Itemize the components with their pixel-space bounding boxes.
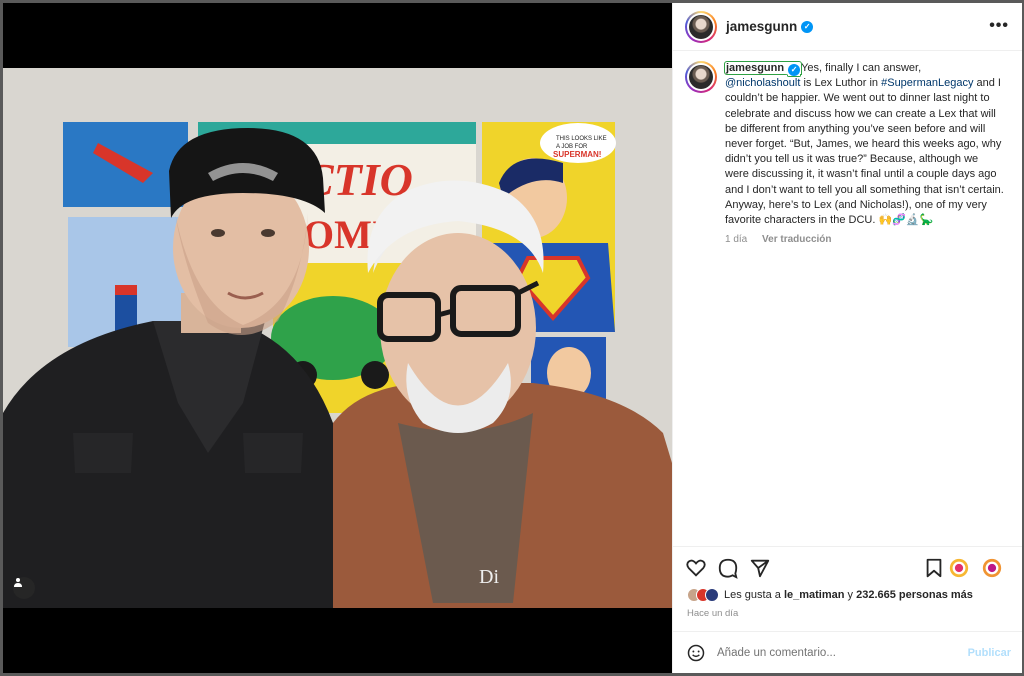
caption-verified-badge-icon: ✓ [788,64,801,76]
shirt-logo-text: Di [479,566,499,588]
translate-link[interactable]: Ver traducción [762,234,831,245]
liker-avatar [705,588,719,602]
action-bar [673,546,1022,586]
likes-count[interactable]: 232.665 personas más [856,589,973,601]
tagged-people-button[interactable] [13,577,35,599]
comment-bubble-icon[interactable] [717,557,739,579]
photo-illustration: CTIO OMI THIS LOOKS LIKE A JOB FOR SUPER… [3,3,672,673]
caption-part-2: is Lex Luthor in [800,77,882,90]
author-avatar[interactable] [685,10,717,43]
comment-bar: Añade un comentario... Publicar [673,631,1022,673]
mention-link[interactable]: @nicholashoult [725,77,800,89]
share-send-icon[interactable] [749,557,771,579]
caption-block: jamesgunn ✓ Yes, finally I can answer, @ni… [685,61,1011,245]
reaction-sticker-icon[interactable] [948,557,970,579]
hashtag-link[interactable]: #SupermanLegacy [881,77,973,89]
emoji-picker-icon[interactable] [687,644,705,662]
instagram-post-modal: CTIO OMI THIS LOOKS LIKE A JOB FOR SUPER… [3,3,1022,673]
verified-badge-icon: ✓ [801,20,814,33]
person-icon [14,578,22,587]
liker-username[interactable]: le_matiman [784,589,845,601]
caption-author-avatar[interactable] [685,61,717,93]
comment-input[interactable]: Añade un comentario... [717,647,968,659]
caption-text: jamesgunn ✓ Yes, finally I can answer, @ni… [723,61,1005,228]
save-bookmark-icon[interactable] [923,557,945,579]
likes-summary[interactable]: Les gusta a le_matiman y 232.665 persona… [687,588,973,602]
publish-button[interactable]: Publicar [968,647,1011,659]
post-timestamp: Hace un día [687,608,739,619]
caption-meta: 1 día Ver traducción [725,234,1005,245]
like-heart-icon[interactable] [685,557,707,579]
post-photo[interactable]: CTIO OMI THIS LOOKS LIKE A JOB FOR SUPER… [3,3,672,673]
more-options-icon[interactable]: ••• [989,17,1009,35]
likes-text: Les gusta a le_matiman y 232.665 persona… [724,589,973,601]
svg-text:THIS LOOKS LIKE: THIS LOOKS LIKE [556,136,607,142]
author-username[interactable]: jamesgunn [726,19,797,34]
caption-emojis: 🙌🧬🔬🦕 [878,214,934,227]
svg-text:SUPERMAN!: SUPERMAN! [553,150,601,159]
post-header: jamesgunn ✓ ••• [673,3,1022,51]
caption-part-1: Yes, finally I can answer, [801,62,922,74]
post-side-panel: jamesgunn ✓ ••• jamesgunn ✓ Yes, finally I… [672,3,1022,673]
caption-username[interactable]: jamesgunn ✓ [723,61,803,76]
remix-sticker-icon[interactable] [981,557,1003,579]
caption-part-3: and I couldn’t be happier. We went out t… [725,77,1004,227]
caption-age: 1 día [725,234,748,246]
